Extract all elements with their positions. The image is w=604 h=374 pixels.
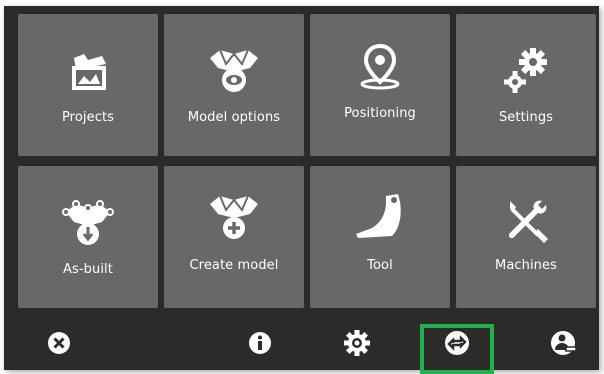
tile-label: As-built [63,262,113,277]
settings-tile[interactable]: Settings [456,14,596,156]
bottom-toolbar [4,314,599,370]
create-model-icon [164,194,304,240]
tile-label: Model options [187,110,281,125]
tool-tile[interactable]: Tool [310,166,450,308]
operator-icon [551,331,577,355]
sync-icon [445,331,469,355]
tile-label: Tool [367,258,393,273]
wrench-screwdriver-icon [456,198,596,244]
settings-cog-button[interactable] [340,326,374,360]
info-button[interactable] [243,326,277,360]
bucket-icon [310,194,450,240]
location-pin-icon [310,44,450,90]
model-options-icon [164,48,304,94]
tile-label: Machines [495,258,557,273]
main-menu-screen: Projects Model options Positioning Setti… [4,6,599,374]
settings-cog-icon [344,330,370,356]
create-model-tile[interactable]: Create model [164,166,304,308]
machines-tile[interactable]: Machines [456,166,596,308]
sync-button[interactable] [440,326,474,360]
as-built-tile[interactable]: As-built [18,166,158,308]
as-built-icon [18,200,158,246]
close-icon [48,332,70,354]
tile-label: Positioning [344,106,416,121]
tile-label: Projects [61,110,115,125]
operator-button[interactable] [547,326,581,360]
projects-icon [18,48,158,94]
model-options-tile[interactable]: Model options [164,14,304,156]
close-button[interactable] [42,326,76,360]
positioning-tile[interactable]: Positioning [310,14,450,156]
info-icon [249,332,271,354]
projects-tile[interactable]: Projects [18,14,158,156]
tile-label: Create model [189,258,279,273]
gears-icon [456,48,596,94]
tile-label: Settings [498,110,554,125]
